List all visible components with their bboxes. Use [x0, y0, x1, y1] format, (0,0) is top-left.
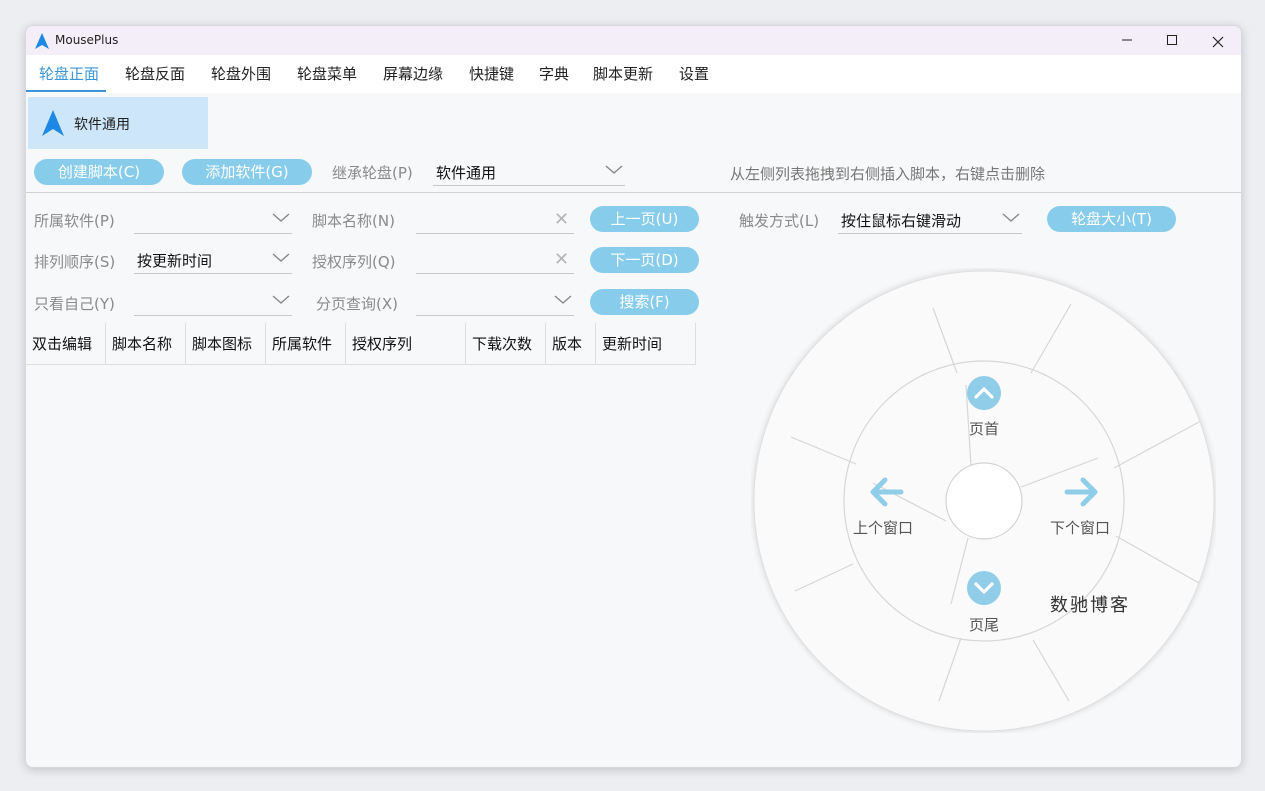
column-header[interactable]: 双击编辑	[26, 323, 106, 365]
minimize-button[interactable]	[1104, 26, 1150, 55]
tab-settings[interactable]: 设置	[679, 55, 709, 93]
software-filter-select[interactable]	[134, 207, 292, 234]
drag-hint-text: 从左侧列表拖拽到右侧插入脚本，右键点击删除	[730, 165, 1046, 183]
trigger-mode-value: 按住鼠标右键滑动	[841, 212, 962, 230]
app-logo-icon	[35, 33, 49, 49]
wheel-bottom-label[interactable]: 页尾	[939, 614, 1029, 635]
window-title: MousePlus	[55, 33, 119, 47]
chevron-down-icon	[272, 295, 290, 304]
wheel-graphic	[753, 270, 1215, 732]
column-header[interactable]: 授权序列	[346, 323, 466, 365]
license-label: 授权序列(Q)	[312, 253, 396, 271]
sort-order-value: 按更新时间	[137, 252, 213, 270]
search-button[interactable]: 搜索(F)	[590, 289, 699, 315]
trigger-mode-label: 触发方式(L)	[739, 212, 820, 230]
tab-wheel-front[interactable]: 轮盘正面	[39, 55, 99, 93]
tab-script-update[interactable]: 脚本更新	[593, 55, 653, 93]
inherit-wheel-label: 继承轮盘(P)	[332, 164, 413, 182]
page-query-select[interactable]	[416, 289, 574, 316]
title-bar: MousePlus	[26, 26, 1241, 55]
close-button[interactable]	[1195, 26, 1241, 55]
tab-wheel-back[interactable]: 轮盘反面	[125, 55, 185, 93]
chevron-down-icon	[554, 295, 572, 304]
create-script-button[interactable]: 创建脚本(C)	[34, 159, 164, 185]
license-input[interactable]: ✕	[416, 247, 574, 274]
column-header[interactable]: 所属软件	[266, 323, 346, 365]
close-icon	[1212, 36, 1224, 47]
chevron-down-icon	[272, 213, 290, 222]
column-header[interactable]: 脚本图标	[186, 323, 266, 365]
sort-order-select[interactable]: 按更新时间	[134, 247, 292, 274]
wheel-top-label[interactable]: 页首	[939, 418, 1029, 439]
wheel-preview: 页首 上个窗口 下个窗口 页尾 数驰博客	[751, 268, 1216, 733]
maximize-icon	[1167, 35, 1177, 45]
inherit-wheel-value: 软件通用	[436, 164, 497, 182]
tab-wheel-outer[interactable]: 轮盘外围	[211, 55, 271, 93]
sort-order-label: 排列顺序(S)	[34, 253, 116, 271]
arrow-up-logo-icon	[42, 110, 64, 136]
app-window: MousePlus 轮盘正面 轮盘反面 轮盘外围 轮盘菜单 屏幕边缘 快捷键 字…	[25, 25, 1242, 768]
script-name-label: 脚本名称(N)	[312, 212, 395, 230]
next-page-button[interactable]: 下一页(D)	[590, 247, 699, 273]
tab-wheel-menu[interactable]: 轮盘菜单	[297, 55, 357, 93]
software-card-label: 软件通用	[74, 117, 130, 133]
page-query-label: 分页查询(X)	[316, 295, 398, 313]
only-me-select[interactable]	[134, 289, 292, 316]
add-software-button[interactable]: 添加软件(G)	[182, 159, 312, 185]
active-tab-indicator	[26, 90, 106, 92]
tab-shortcut[interactable]: 快捷键	[469, 55, 514, 93]
maximize-button[interactable]	[1149, 26, 1195, 55]
tab-dictionary[interactable]: 字典	[539, 55, 569, 93]
prev-page-button[interactable]: 上一页(U)	[590, 206, 699, 232]
column-header[interactable]: 下载次数	[466, 323, 546, 365]
trigger-mode-select[interactable]: 按住鼠标右键滑动	[838, 207, 1022, 234]
chevron-down-icon	[272, 253, 290, 262]
software-filter-label: 所属软件(P)	[34, 212, 115, 230]
page-bottom-icon	[967, 571, 1001, 605]
software-card[interactable]: 软件通用	[28, 97, 208, 149]
watermark: 数驰博客	[1050, 595, 1130, 616]
column-header[interactable]: 版本	[546, 323, 596, 365]
wheel-left-label[interactable]: 上个窗口	[838, 517, 928, 538]
minimize-icon	[1122, 39, 1132, 41]
column-header[interactable]: 脚本名称	[106, 323, 186, 365]
inherit-wheel-select[interactable]: 软件通用	[433, 159, 625, 186]
only-me-label: 只看自己(Y)	[34, 295, 115, 313]
script-name-input[interactable]: ✕	[416, 207, 574, 234]
column-header[interactable]: 更新时间	[596, 323, 696, 365]
tab-screen-edge[interactable]: 屏幕边缘	[383, 55, 443, 93]
divider	[26, 192, 1241, 193]
page-top-icon	[967, 376, 1001, 410]
clear-icon[interactable]: ✕	[554, 249, 569, 270]
chevron-down-icon	[605, 165, 623, 174]
wheel-size-button[interactable]: 轮盘大小(T)	[1047, 206, 1176, 232]
clear-icon[interactable]: ✕	[554, 209, 569, 230]
menu-bar: 轮盘正面 轮盘反面 轮盘外围 轮盘菜单 屏幕边缘 快捷键 字典 脚本更新 设置	[26, 55, 1241, 93]
chevron-down-icon	[1002, 213, 1020, 222]
wheel-right-label[interactable]: 下个窗口	[1035, 517, 1125, 538]
